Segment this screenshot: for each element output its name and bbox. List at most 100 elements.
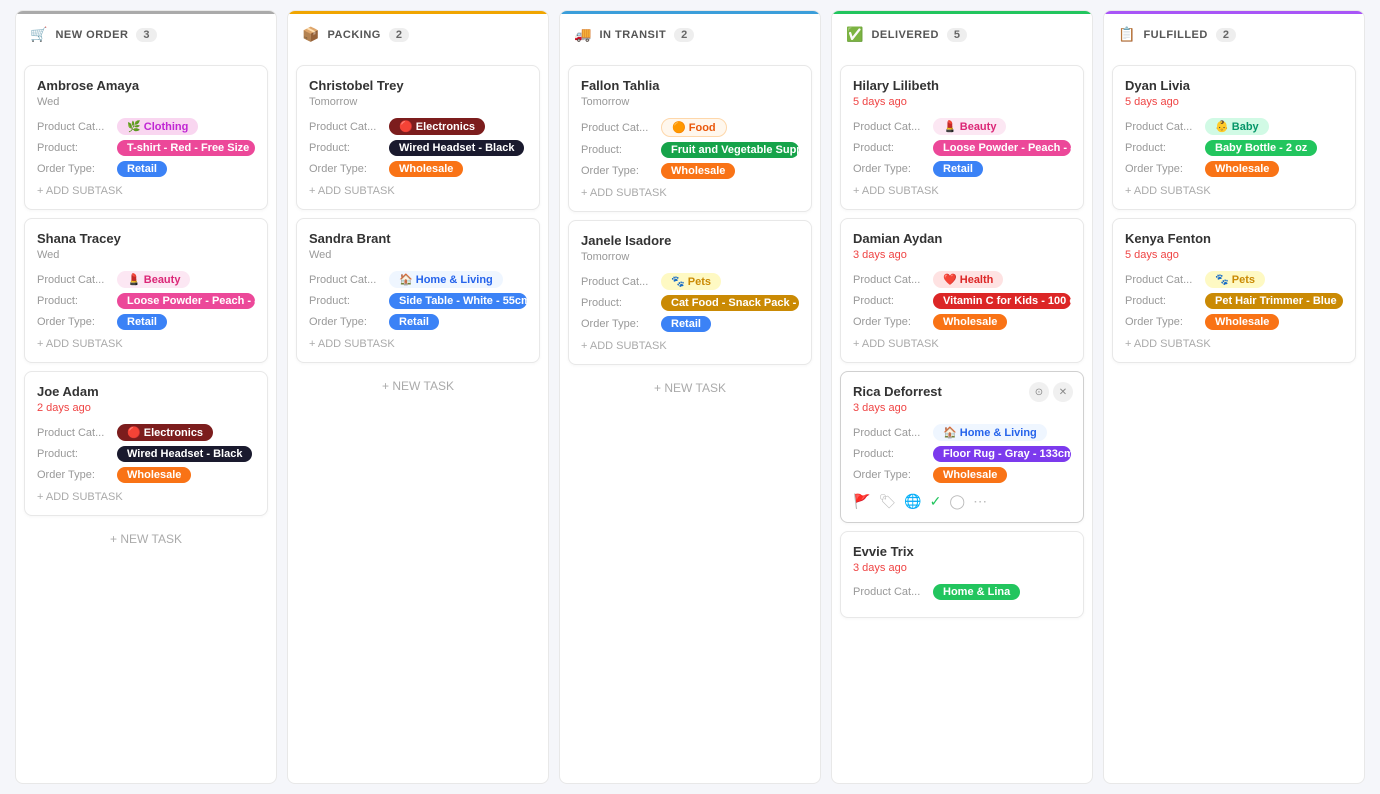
order-type-label: Order Type: bbox=[853, 163, 933, 175]
card-name: Ambrose Amaya bbox=[37, 78, 255, 93]
add-subtask-button[interactable]: + ADD SUBTASK bbox=[853, 338, 1071, 350]
card[interactable]: Evvie Trix3 days agoProduct Cat...Home &… bbox=[840, 531, 1084, 618]
product-cat-label: Product Cat... bbox=[309, 121, 389, 133]
card[interactable]: Dyan Livia5 days agoProduct Cat...👶 Baby… bbox=[1112, 65, 1356, 210]
order-type-label: Order Type: bbox=[853, 316, 933, 328]
order-type-badge: Wholesale bbox=[117, 467, 191, 483]
card-action-icon-3[interactable]: ✓ bbox=[930, 493, 942, 510]
order-type-badge: Retail bbox=[117, 161, 167, 177]
card-product-cat-row: Product Cat...🟠 Food bbox=[581, 118, 799, 137]
product-cat-label: Product Cat... bbox=[581, 122, 661, 134]
card-product-cat-row: Product Cat...🏠 Home & Living bbox=[309, 271, 527, 288]
new-task-button[interactable]: + NEW TASK bbox=[24, 524, 268, 550]
product-cat-label: Product Cat... bbox=[853, 586, 933, 598]
add-subtask-button[interactable]: + ADD SUBTASK bbox=[581, 340, 799, 352]
product-label: Product: bbox=[309, 142, 389, 154]
add-subtask-button[interactable]: + ADD SUBTASK bbox=[309, 185, 527, 197]
card-name: Joe Adam bbox=[37, 384, 255, 399]
card-date: Wed bbox=[37, 96, 255, 108]
order-type-label: Order Type: bbox=[37, 469, 117, 481]
product-badge: Wired Headset - Black bbox=[117, 446, 252, 462]
card[interactable]: Hilary Lilibeth5 days agoProduct Cat...💄… bbox=[840, 65, 1084, 210]
column-icon-packing: 📦 bbox=[302, 26, 319, 43]
column-header-in-transit: 🚚IN TRANSIT2 bbox=[560, 11, 820, 57]
card[interactable]: Joe Adam2 days agoProduct Cat...🔴 Electr… bbox=[24, 371, 268, 516]
card[interactable]: Sandra BrantWedProduct Cat...🏠 Home & Li… bbox=[296, 218, 540, 363]
order-type-label: Order Type: bbox=[309, 316, 389, 328]
new-task-button[interactable]: + NEW TASK bbox=[568, 373, 812, 399]
add-subtask-button[interactable]: + ADD SUBTASK bbox=[309, 338, 527, 350]
product-badge: Vitamin C for Kids - 100 ca... bbox=[933, 293, 1071, 309]
product-cat-badge: 🌿 Clothing bbox=[117, 118, 198, 135]
card-action-icon-1[interactable]: 🏷 bbox=[878, 493, 896, 510]
card-date: Tomorrow bbox=[581, 96, 799, 108]
card-action-icon-2[interactable]: 🌐 bbox=[904, 493, 921, 510]
card[interactable]: Christobel TreyTomorrowProduct Cat...🔴 E… bbox=[296, 65, 540, 210]
overlay-icon-1[interactable]: ⊙ bbox=[1029, 382, 1049, 402]
add-subtask-button[interactable]: + ADD SUBTASK bbox=[37, 185, 255, 197]
product-label: Product: bbox=[581, 297, 661, 309]
card-action-icon-4[interactable]: ◯ bbox=[949, 493, 965, 510]
card-product-row: Product:Baby Bottle - 2 oz bbox=[1125, 140, 1343, 156]
card-action-bar: 🚩 🏷 🌐 ✓ ◯ ⋯ bbox=[853, 493, 1071, 510]
order-type-label: Order Type: bbox=[1125, 163, 1205, 175]
card-product-row: Product:Fruit and Vegetable Supple... bbox=[581, 142, 799, 158]
card-order-type-row: Order Type:Wholesale bbox=[1125, 314, 1343, 330]
card-name: Sandra Brant bbox=[309, 231, 527, 246]
product-cat-badge: 🐾 Pets bbox=[1205, 271, 1265, 288]
product-cat-badge: 🟠 Food bbox=[661, 118, 727, 137]
card-product-row: Product:T-shirt - Red - Free Size bbox=[37, 140, 255, 156]
card[interactable]: Ambrose Amaya Wed Product Cat...🌿 Clothing… bbox=[24, 65, 268, 210]
add-subtask-button[interactable]: + ADD SUBTASK bbox=[37, 491, 255, 503]
order-type-badge: Wholesale bbox=[389, 161, 463, 177]
order-type-badge: Retail bbox=[117, 314, 167, 330]
product-cat-label: Product Cat... bbox=[581, 276, 661, 288]
new-task-button[interactable]: + NEW TASK bbox=[296, 371, 540, 397]
product-cat-badge: 🔴 Electronics bbox=[389, 118, 485, 135]
card-action-icon-5[interactable]: ⋯ bbox=[973, 493, 987, 510]
card-order-type-row: Order Type:Wholesale bbox=[853, 467, 1071, 483]
product-badge: Floor Rug - Gray - 133cm x... bbox=[933, 446, 1071, 462]
card-product-cat-row: Product Cat...🔴 Electronics bbox=[37, 424, 255, 441]
product-cat-badge: 🐾 Pets bbox=[661, 273, 721, 290]
card[interactable]: Fallon TahliaTomorrowProduct Cat...🟠 Foo… bbox=[568, 65, 812, 212]
card[interactable]: Kenya Fenton5 days agoProduct Cat...🐾 Pe… bbox=[1112, 218, 1356, 363]
order-type-badge: Wholesale bbox=[1205, 161, 1279, 177]
add-subtask-button[interactable]: + ADD SUBTASK bbox=[1125, 338, 1343, 350]
product-cat-label: Product Cat... bbox=[309, 274, 389, 286]
column-body-new-order: Ambrose Amaya Wed Product Cat...🌿 Clothing… bbox=[16, 57, 276, 783]
column-title-delivered: DELIVERED bbox=[871, 29, 938, 41]
product-cat-label: Product Cat... bbox=[853, 427, 933, 439]
product-cat-badge: 🏠 Home & Living bbox=[933, 424, 1047, 441]
product-label: Product: bbox=[853, 142, 933, 154]
card-action-icon-0[interactable]: 🚩 bbox=[853, 493, 870, 510]
card-date: 3 days ago bbox=[853, 402, 1071, 414]
card[interactable]: Janele IsadoreTomorrowProduct Cat...🐾 Pe… bbox=[568, 220, 812, 365]
overlay-icon-2[interactable]: ✕ bbox=[1053, 382, 1073, 402]
card-product-row: Product:Wired Headset - Black bbox=[37, 446, 255, 462]
card-product-cat-row: Product Cat...🌿 Clothing bbox=[37, 118, 255, 135]
card-name: Hilary Lilibeth bbox=[853, 78, 1071, 93]
column-header-delivered: ✅DELIVERED5 bbox=[832, 11, 1092, 57]
column-header-fulfilled: 📋FULFILLED2 bbox=[1104, 11, 1364, 57]
card[interactable]: ⊙✕Rica Deforrest3 days agoProduct Cat...… bbox=[840, 371, 1084, 523]
add-subtask-button[interactable]: + ADD SUBTASK bbox=[581, 187, 799, 199]
card[interactable]: Damian Aydan3 days agoProduct Cat...❤️ H… bbox=[840, 218, 1084, 363]
product-cat-label: Product Cat... bbox=[853, 121, 933, 133]
add-subtask-button[interactable]: + ADD SUBTASK bbox=[1125, 185, 1343, 197]
card-date: 5 days ago bbox=[1125, 96, 1343, 108]
product-cat-badge: 👶 Baby bbox=[1205, 118, 1269, 135]
card-order-type-row: Order Type:Wholesale bbox=[309, 161, 527, 177]
card[interactable]: Shana TraceyWedProduct Cat...💄 BeautyPro… bbox=[24, 218, 268, 363]
order-type-label: Order Type: bbox=[37, 316, 117, 328]
product-badge: Wired Headset - Black bbox=[389, 140, 524, 156]
product-badge: T-shirt - Red - Free Size bbox=[117, 140, 255, 156]
add-subtask-button[interactable]: + ADD SUBTASK bbox=[37, 338, 255, 350]
column-count-new-order: 3 bbox=[136, 28, 156, 42]
add-subtask-button[interactable]: + ADD SUBTASK bbox=[853, 185, 1071, 197]
order-type-label: Order Type: bbox=[309, 163, 389, 175]
column-body-in-transit: Fallon TahliaTomorrowProduct Cat...🟠 Foo… bbox=[560, 57, 820, 783]
column-in-transit: 🚚IN TRANSIT2Fallon TahliaTomorrowProduct… bbox=[559, 10, 821, 784]
column-count-fulfilled: 2 bbox=[1216, 28, 1236, 42]
order-type-badge: Wholesale bbox=[933, 314, 1007, 330]
